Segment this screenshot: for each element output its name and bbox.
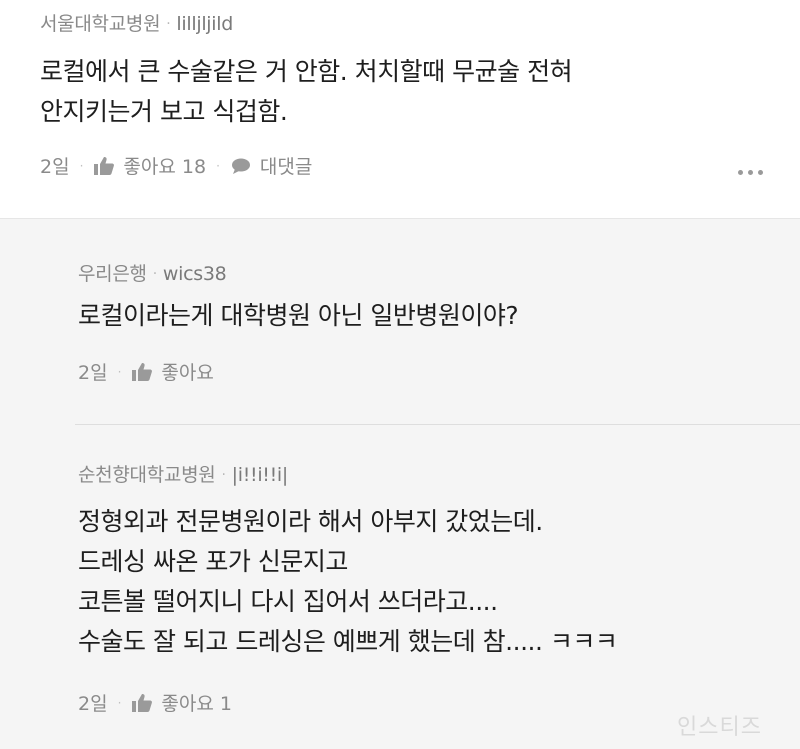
like-label: 좋아요 18 — [123, 156, 207, 178]
watermark: 인스티즈 — [677, 715, 762, 740]
reply-label: 대댓글 — [259, 156, 313, 178]
like-button[interactable]: 좋아요 — [131, 358, 214, 385]
reply-body: 로컬이라는게 대학병원 아닌 일반병원이야? — [78, 296, 519, 336]
comment-time: 2일 — [78, 693, 108, 715]
separator-dot: · — [117, 364, 122, 379]
separator-dot: · — [117, 695, 122, 710]
reply-author-line: 순천향대학교병원 · |i!!i!!i| — [78, 460, 288, 487]
comment-line: 로컬에서 큰 수술같은 거 안함. 처치할때 무균술 전혀 — [40, 57, 573, 86]
comment-line: 드레싱 싸온 포가 신문지고 — [78, 547, 348, 576]
author-nickname[interactable]: |i!!i!!i| — [232, 464, 289, 486]
comment-line: 안지키는거 보고 식겁함. — [40, 97, 288, 126]
author-name[interactable]: 서울대학교병원 — [40, 13, 161, 35]
author-name[interactable]: 우리은행 — [78, 263, 147, 285]
reply-body: 정형외과 전문병원이라 해서 아부지 갔었는데. 드레싱 싸온 포가 신문지고 … — [78, 502, 618, 662]
divider — [75, 424, 800, 425]
comment-card: 서울대학교병원 · lilljljild 로컬에서 큰 수술같은 거 안함. 처치할… — [0, 0, 800, 219]
reply-meta: 2일 · 좋아요 1 — [78, 689, 232, 716]
like-label: 좋아요 1 — [161, 693, 232, 715]
comment-author-line: 서울대학교병원 · lilljljild — [40, 9, 233, 36]
speech-bubble-icon — [230, 156, 252, 176]
separator-dot: · — [166, 16, 171, 32]
comment-line: 코튼볼 떨어지니 다시 집어서 쓰더라고.... — [78, 587, 498, 616]
comment-meta: 2일 · 좋아요 18 · 대댓글 — [40, 152, 312, 179]
like-button[interactable]: 좋아요 1 — [131, 689, 232, 716]
thumbs-up-icon — [131, 693, 153, 713]
like-button[interactable]: 좋아요 18 — [93, 152, 206, 179]
separator-dot: · — [221, 467, 226, 483]
separator-dot: · — [79, 158, 84, 173]
comment-line: 로컬이라는게 대학병원 아닌 일반병원이야? — [78, 301, 519, 330]
thumbs-up-icon — [131, 362, 153, 382]
reply-author-line: 우리은행 · wics38 — [78, 259, 227, 286]
like-label: 좋아요 — [161, 362, 214, 384]
comment-body: 로컬에서 큰 수술같은 거 안함. 처치할때 무균술 전혀 안지키는거 보고 식… — [40, 52, 573, 132]
comment-time: 2일 — [78, 362, 108, 384]
separator-dot: · — [216, 158, 220, 173]
more-dots-icon[interactable] — [738, 170, 763, 175]
separator-dot: · — [152, 266, 157, 282]
author-name[interactable]: 순천향대학교병원 — [78, 464, 216, 486]
thumbs-up-icon — [93, 156, 115, 176]
comment-line: 수술도 잘 되고 드레싱은 예쁘게 했는데 참..... ㅋㅋㅋ — [78, 627, 618, 656]
reply-button[interactable]: 대댓글 — [230, 152, 312, 179]
reply-meta: 2일 · 좋아요 — [78, 358, 214, 385]
author-nickname[interactable]: lilljljild — [176, 13, 233, 35]
author-nickname[interactable]: wics38 — [163, 263, 227, 285]
comment-time: 2일 — [40, 156, 70, 178]
comment-line: 정형외과 전문병원이라 해서 아부지 갔었는데. — [78, 507, 543, 536]
